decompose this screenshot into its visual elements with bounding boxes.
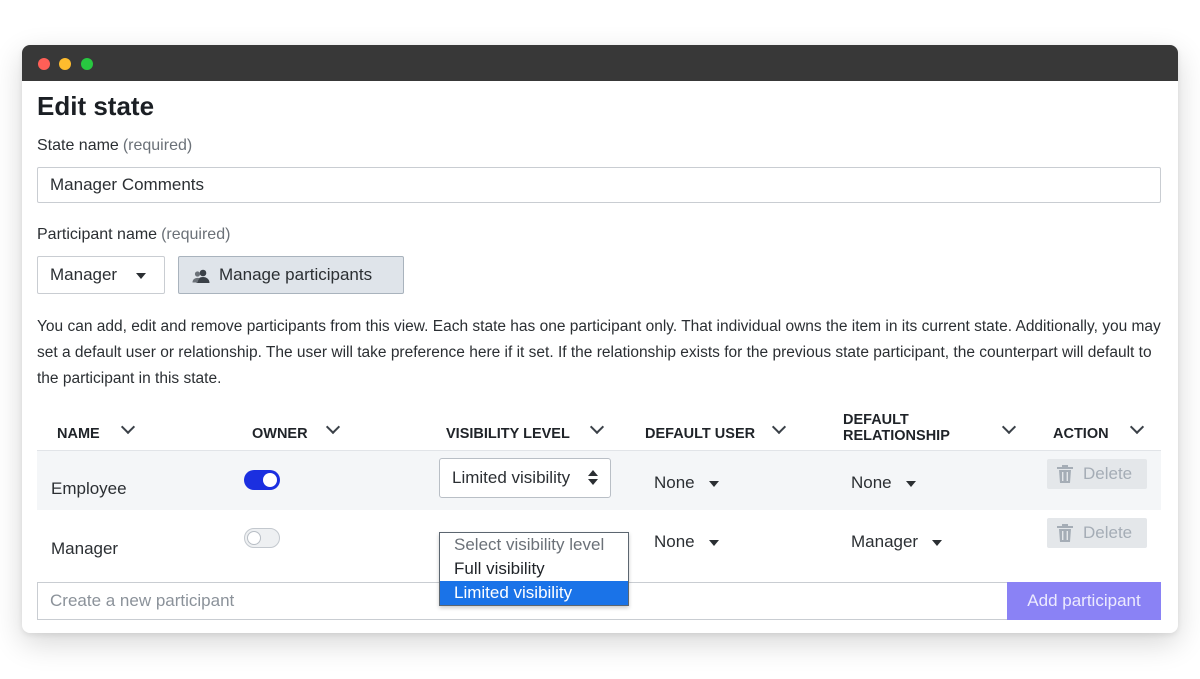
caret-down-icon: [708, 480, 719, 487]
chevron-down-icon[interactable]: [1001, 419, 1017, 435]
default-relationship-value: Manager: [851, 532, 919, 551]
add-participant-button[interactable]: Add participant: [1007, 582, 1161, 620]
column-header-default-relationship-line2[interactable]: RELATIONSHIP: [843, 428, 950, 444]
state-name-label: State name (required): [37, 137, 192, 155]
chevron-down-icon[interactable]: [771, 419, 787, 435]
edit-state-form: Edit state State name (required) Manager …: [22, 81, 1178, 633]
default-user-select[interactable]: None: [654, 532, 719, 552]
visibility-select-value: Limited visibility: [452, 468, 571, 487]
owner-toggle[interactable]: [244, 528, 280, 548]
trash-icon: [1057, 465, 1073, 483]
toggle-knob: [263, 473, 277, 487]
column-header-visibility[interactable]: VISIBILITY LEVEL: [446, 426, 570, 442]
updown-arrows-icon: [588, 469, 600, 487]
caret-down-icon: [708, 539, 719, 546]
caret-down-icon: [932, 539, 943, 546]
default-relationship-select[interactable]: Manager: [851, 532, 943, 552]
column-header-default-user[interactable]: DEFAULT USER: [645, 426, 755, 442]
state-name-input[interactable]: Manager Comments: [37, 167, 1161, 203]
default-user-value: None: [654, 473, 695, 492]
manage-participants-button[interactable]: Manage participants: [178, 256, 404, 294]
caret-down-icon: [905, 480, 916, 487]
required-hint: (required): [161, 226, 231, 243]
visibility-option-placeholder[interactable]: Select visibility level: [440, 533, 628, 557]
column-header-name[interactable]: NAME: [57, 426, 100, 442]
chevron-down-icon[interactable]: [589, 419, 605, 435]
delete-button[interactable]: Delete: [1047, 518, 1147, 548]
column-header-action[interactable]: ACTION: [1053, 426, 1109, 442]
participant-name-label-text: Participant name: [37, 226, 158, 243]
default-relationship-value: None: [851, 473, 892, 492]
participant-select[interactable]: Manager: [37, 256, 165, 294]
visibility-option-full[interactable]: Full visibility: [440, 557, 628, 581]
chevron-down-icon[interactable]: [1129, 419, 1145, 435]
participant-select-value: Manager: [50, 265, 118, 284]
chevron-down-icon[interactable]: [325, 419, 341, 435]
trash-icon: [1057, 524, 1073, 542]
participant-name-cell: Manager: [51, 539, 119, 558]
participant-name-label: Participant name (required): [37, 226, 230, 244]
visibility-option-limited[interactable]: Limited visibility: [440, 581, 628, 605]
delete-button[interactable]: Delete: [1047, 459, 1147, 489]
required-hint: (required): [122, 137, 193, 154]
default-relationship-select[interactable]: None: [851, 473, 916, 493]
column-header-default-relationship-line1[interactable]: DEFAULT: [843, 412, 909, 428]
column-header-owner[interactable]: OWNER: [252, 426, 308, 442]
default-user-value: None: [654, 532, 695, 551]
app-window: Edit state State name (required) Manager …: [22, 45, 1178, 633]
window-titlebar: [22, 45, 1178, 81]
page-title: Edit state: [37, 91, 155, 121]
chevron-down-icon[interactable]: [120, 419, 136, 435]
maximize-window-icon[interactable]: [81, 58, 93, 70]
participant-name-cell: Employee: [51, 479, 127, 498]
state-name-label-text: State name: [37, 137, 119, 154]
minimize-window-icon[interactable]: [59, 58, 71, 70]
delete-label: Delete: [1083, 523, 1133, 542]
visibility-dropdown-menu: Select visibility level Full visibility …: [439, 532, 629, 606]
toggle-knob: [247, 531, 261, 545]
close-window-icon[interactable]: [38, 58, 50, 70]
visibility-select[interactable]: Limited visibility: [439, 458, 611, 498]
users-icon: [192, 269, 210, 283]
caret-down-icon: [136, 273, 146, 279]
default-user-select[interactable]: None: [654, 473, 719, 493]
manage-participants-label: Manage participants: [219, 265, 373, 284]
delete-label: Delete: [1083, 464, 1133, 483]
participants-description: You can add, edit and remove participant…: [37, 318, 1161, 387]
owner-toggle[interactable]: [244, 470, 280, 490]
